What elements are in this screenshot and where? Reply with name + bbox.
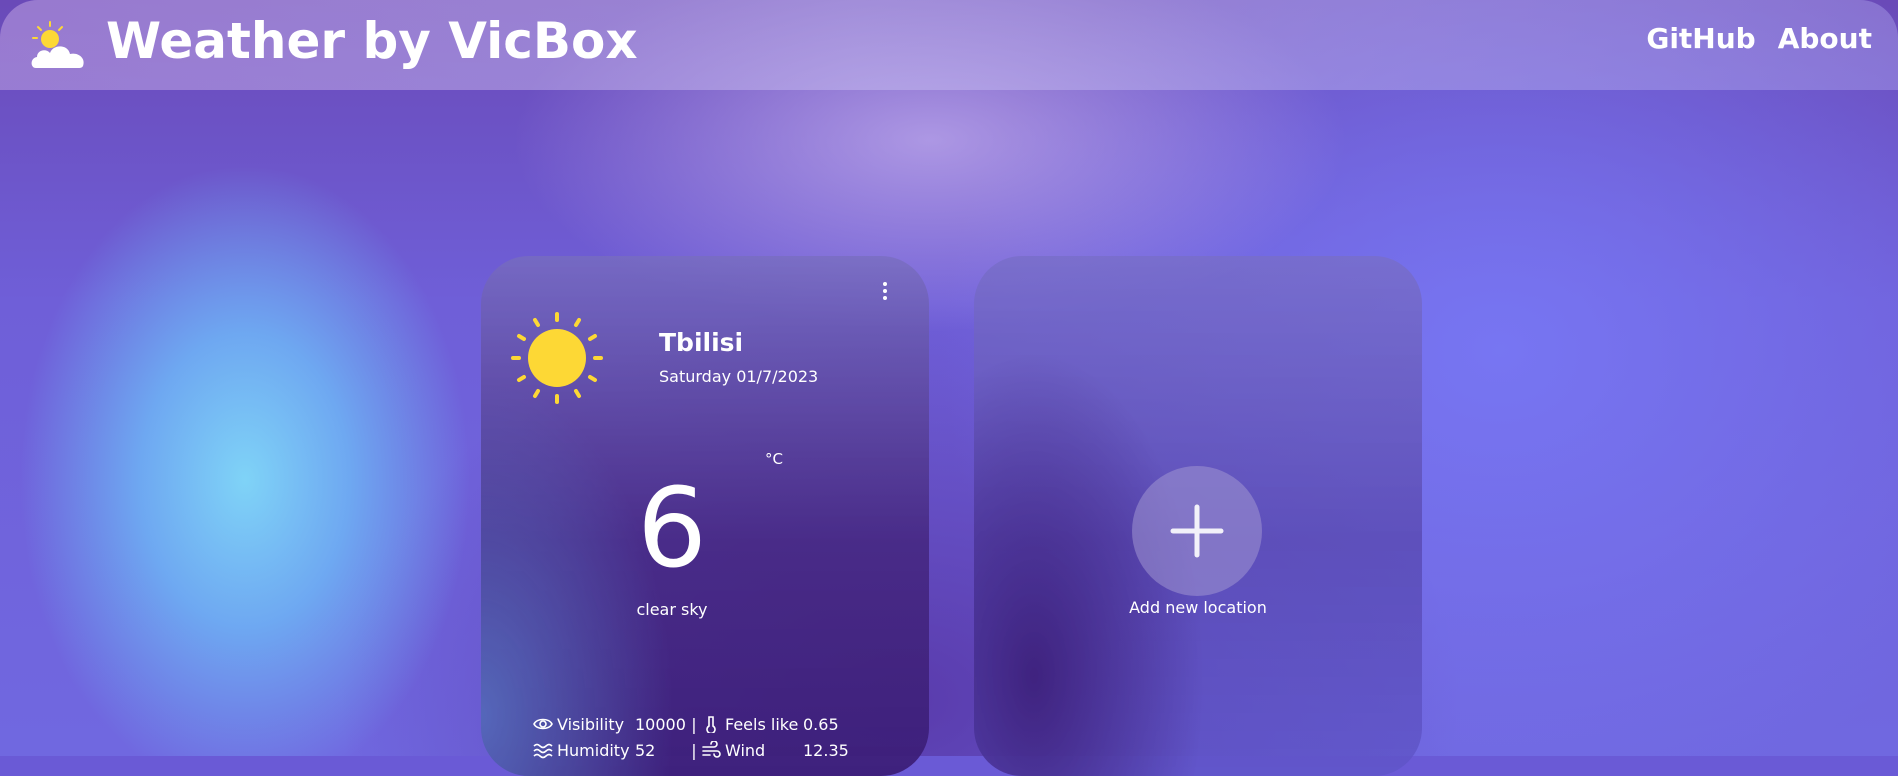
feels-like-label: Feels like (725, 714, 799, 734)
feels-like-value: 0.65 (803, 714, 839, 734)
wind-label: Wind (725, 740, 766, 760)
page-background (0, 0, 1898, 756)
app-header: Weather by VicBox GitHub About (0, 0, 1898, 90)
visibility-value: 10000 (635, 714, 686, 734)
wind-icon (702, 741, 721, 758)
humidity-label: Humidity (557, 740, 630, 760)
add-location-card[interactable]: Add new location (974, 256, 1422, 776)
more-options-icon[interactable] (879, 282, 891, 304)
weather-stats: Visibility 10000 | Feels like 0.65 Humid… (533, 711, 855, 763)
eye-icon (533, 718, 553, 730)
date-label: Saturday 01/7/2023 (659, 367, 819, 386)
temperature-value: 6 (637, 464, 707, 592)
humidity-value: 52 (635, 740, 656, 760)
wind-value: 12.35 (803, 740, 849, 760)
stats-row-1: Visibility 10000 | Feels like 0.65 (533, 711, 855, 737)
app-title: Weather by VicBox (106, 12, 638, 70)
city-name: Tbilisi (659, 328, 744, 357)
temperature-unit: °C (765, 450, 783, 468)
stats-row-2: Humidity 52 | Wind 12.35 (533, 737, 855, 763)
partly-cloudy-logo-icon (31, 21, 84, 68)
nav-about-link[interactable]: About (1778, 22, 1872, 55)
nav-github-link[interactable]: GitHub (1646, 22, 1755, 55)
add-location-label: Add new location (1129, 598, 1267, 617)
weather-description: clear sky (636, 600, 708, 619)
visibility-label: Visibility (557, 714, 625, 734)
stat-separator: | (691, 740, 697, 760)
thermometer-icon (706, 716, 716, 733)
sun-icon (511, 312, 603, 404)
top-nav: GitHub About (1646, 22, 1872, 55)
stat-separator: | (691, 714, 697, 734)
humidity-waves-icon (533, 743, 553, 759)
weather-card: Tbilisi Saturday 01/7/2023 °C 6 clear sk… (481, 256, 929, 776)
add-location-button[interactable] (1132, 466, 1262, 596)
plus-icon (1170, 504, 1224, 558)
